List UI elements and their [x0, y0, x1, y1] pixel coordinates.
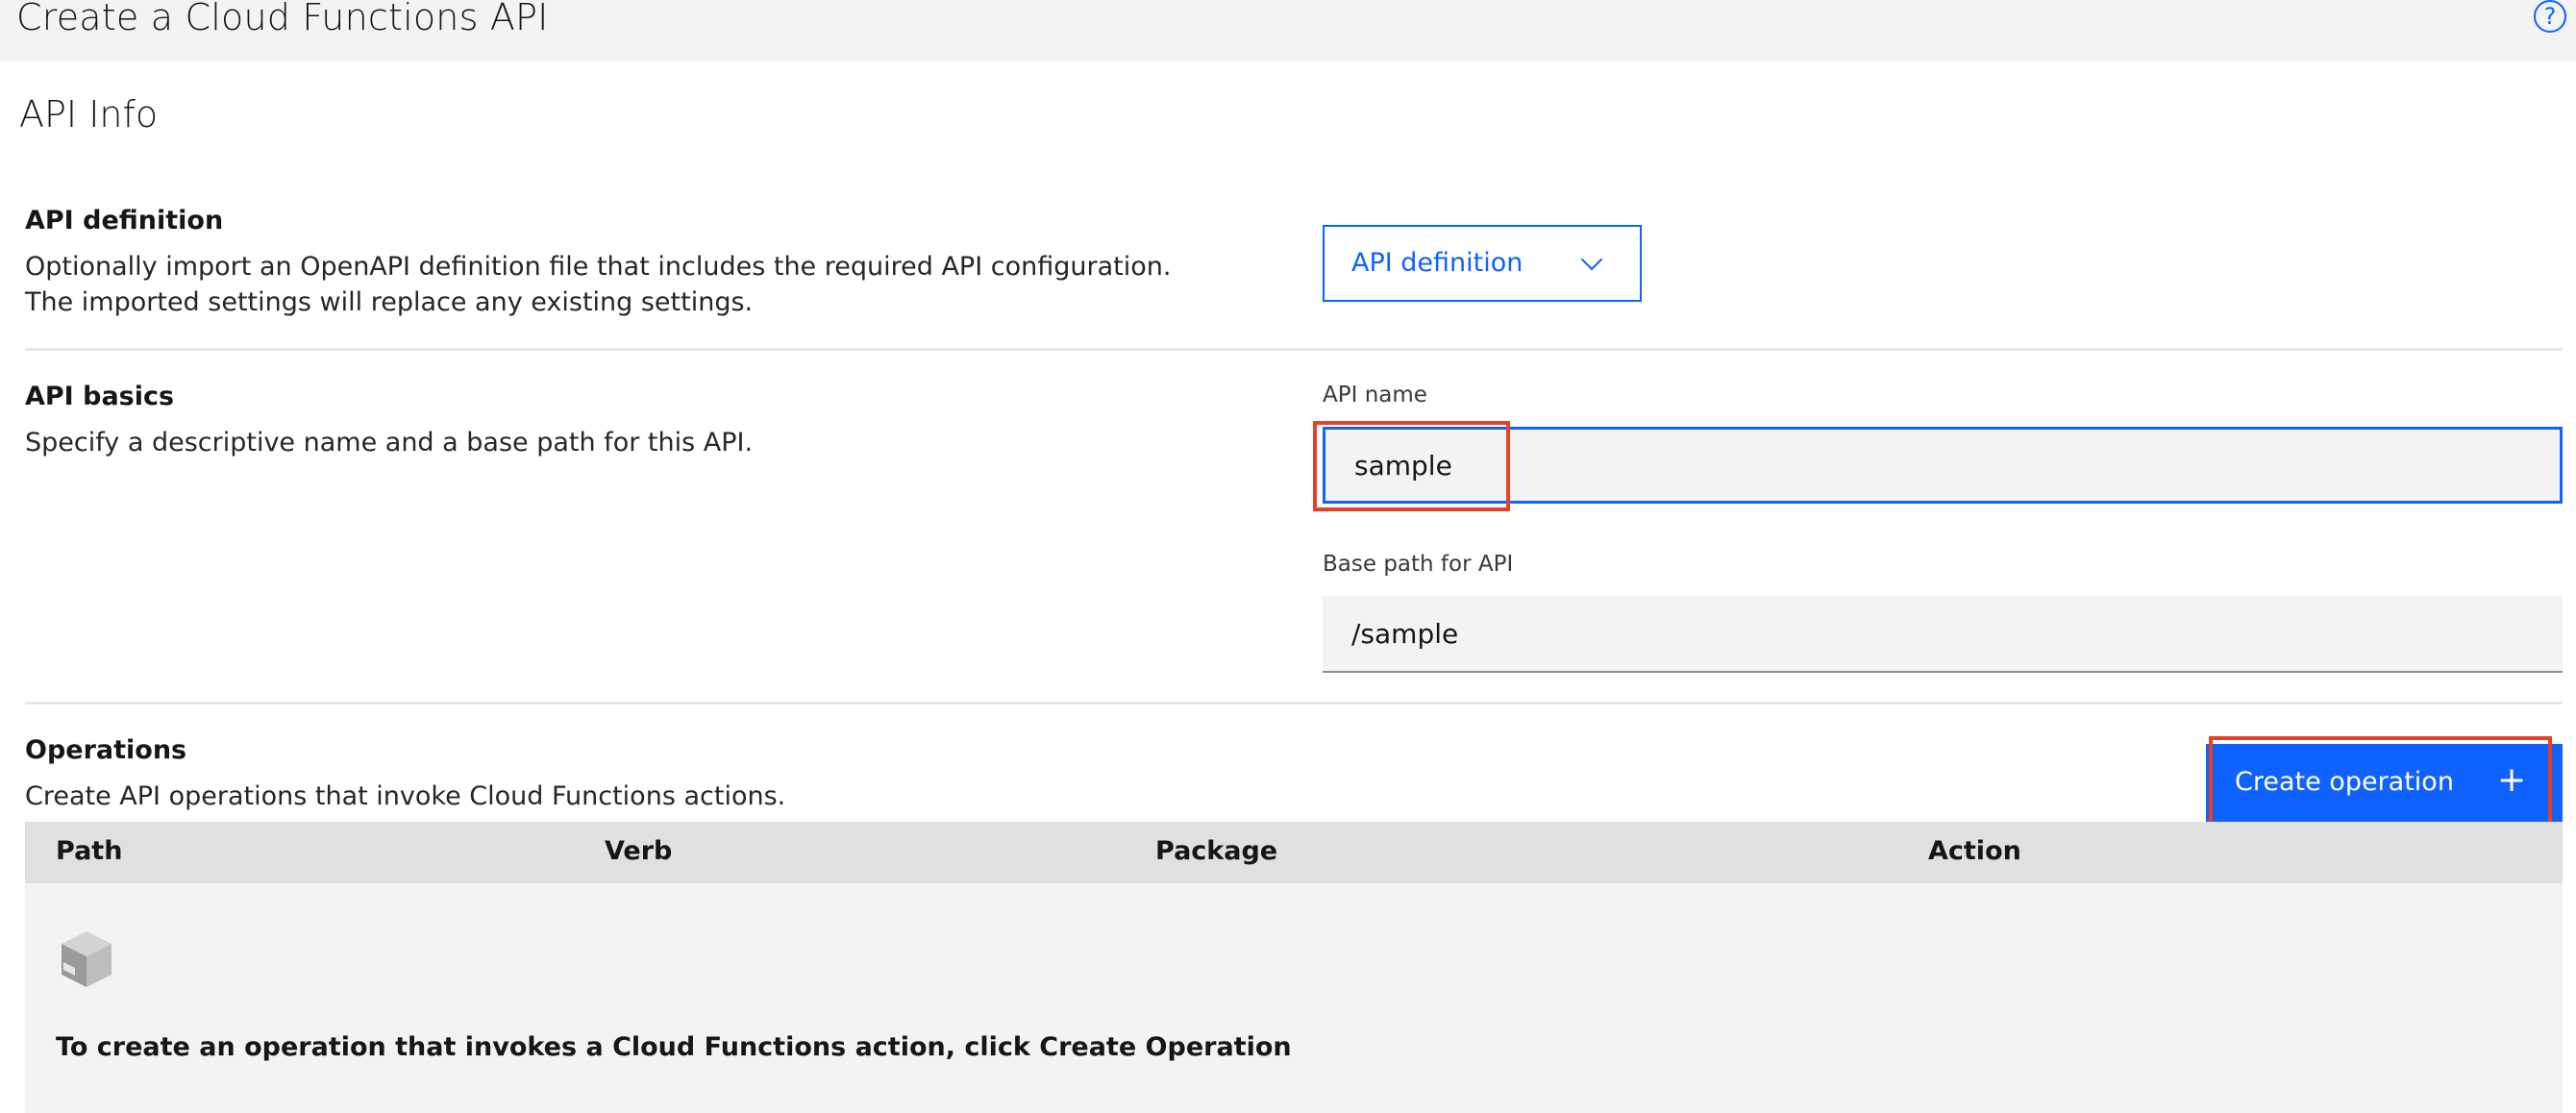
api-definition-title: API definition: [25, 206, 224, 235]
column-header-package[interactable]: Package: [1155, 836, 1277, 866]
api-info-title: API Info: [19, 93, 159, 136]
table-header: Path Verb Package Action: [25, 822, 2563, 883]
divider: [25, 348, 2563, 351]
api-definition-dropdown[interactable]: API definition: [1323, 225, 1642, 302]
create-operation-label: Create operation: [2235, 767, 2454, 797]
empty-state-message: To create an operation that invokes a Cl…: [56, 1032, 1292, 1062]
plus-icon: +: [2497, 760, 2527, 800]
column-header-verb[interactable]: Verb: [605, 836, 672, 866]
chevron-down-icon: [1580, 248, 1603, 271]
help-icon[interactable]: ?: [2534, 0, 2566, 33]
operations-description: Create API operations that invoke Cloud …: [25, 781, 786, 811]
empty-box-icon: [62, 931, 111, 987]
page-title: Create a Cloud Functions API: [16, 0, 549, 38]
api-definition-dropdown-label: API definition: [1351, 248, 1523, 278]
operations-table: Path Verb Package Action To create an op…: [25, 822, 2563, 1113]
column-header-action[interactable]: Action: [1928, 836, 2021, 866]
api-basics-description: Specify a descriptive name and a base pa…: [25, 428, 754, 458]
api-basics-title: API basics: [25, 382, 175, 411]
page-header: Create a Cloud Functions API ?: [0, 0, 2576, 62]
create-operation-button[interactable]: Create operation +: [2206, 744, 2563, 823]
api-name-input[interactable]: [1323, 427, 2563, 504]
api-definition-description: Optionally import an OpenAPI definition …: [25, 252, 1172, 317]
base-path-label: Base path for API: [1323, 552, 1514, 577]
column-header-path[interactable]: Path: [56, 836, 122, 866]
operations-title: Operations: [25, 735, 187, 765]
api-name-label: API name: [1323, 383, 1427, 408]
divider: [25, 702, 2563, 705]
base-path-input[interactable]: [1323, 596, 2563, 673]
